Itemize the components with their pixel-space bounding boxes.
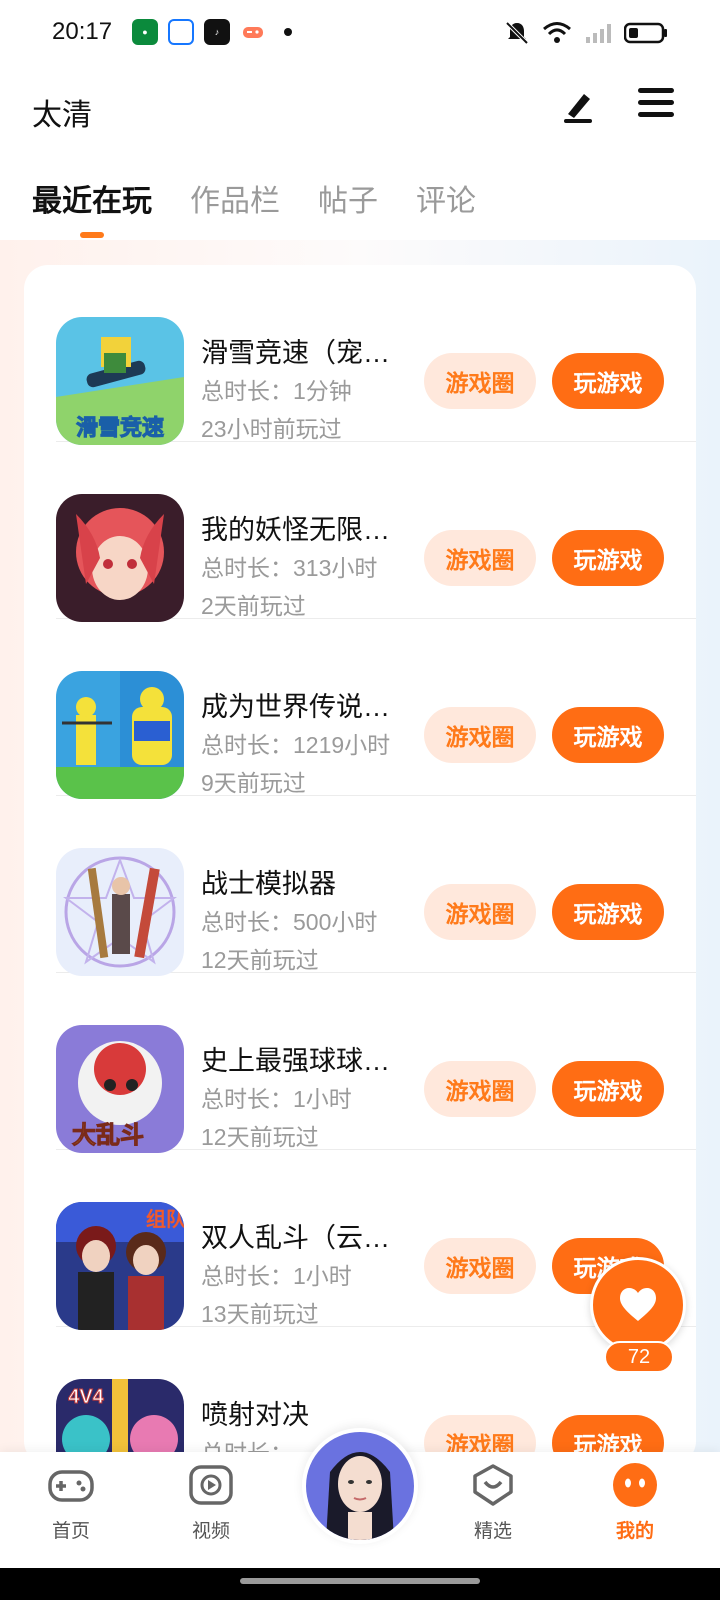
status-time: 20:17 (52, 18, 113, 45)
status-indicators (504, 20, 668, 46)
game-duration: 总时长：313小时 (201, 555, 378, 581)
tab-works[interactable]: 作品栏 (190, 176, 280, 220)
battery-icon (624, 22, 667, 44)
status-app-icons: ● ♪ (132, 19, 292, 45)
game-row[interactable]: 滑雪竞速 滑雪竞速（宠物版） 总时长：1分钟 23小时前玩过 游戏圈 玩游戏 (56, 265, 696, 445)
nav-item-mine[interactable]: 我的 (590, 1460, 680, 1543)
game-row[interactable]: 大乱斗 史上最强球球大乱斗 总时长：1小时 12天前玩过 游戏圈 玩游戏 (56, 973, 696, 1153)
gamepad-icon (48, 1470, 94, 1502)
play-game-button[interactable]: 玩游戏 (552, 1061, 664, 1117)
svg-text:组队: 组队 (146, 1207, 184, 1231)
menu-button[interactable] (638, 88, 674, 124)
smile-face-icon (613, 1463, 657, 1507)
nav-label: 精选 (473, 1521, 512, 1542)
game-name: 喷射对决 (201, 1400, 309, 1430)
alipay-app-icon (168, 19, 194, 45)
game-icon[interactable]: 组队 (56, 1202, 184, 1330)
notification-dot-icon (284, 28, 292, 36)
nav-item-video[interactable]: 视频 (166, 1460, 256, 1543)
game-app-icon (240, 19, 266, 45)
edit-button[interactable] (558, 86, 598, 126)
nav-label: 首页 (51, 1521, 90, 1542)
mute-icon (505, 21, 529, 45)
game-circle-button[interactable]: 游戏圈 (424, 707, 536, 763)
game-circle-button[interactable]: 游戏圈 (424, 530, 536, 586)
tab-bar: 最近在玩 作品栏 帖子 评论 (0, 170, 720, 240)
status-bar: 20:17 ● ♪ (0, 0, 720, 64)
game-duration: 总时长：1小时 (201, 1263, 352, 1289)
system-home-bar (0, 1568, 720, 1600)
oppo-app-icon: ● (132, 19, 158, 45)
play-game-button[interactable]: 玩游戏 (552, 707, 664, 763)
game-last-played: 13天前玩过 (201, 1301, 319, 1327)
game-last-played: 23小时前玩过 (201, 416, 342, 442)
home-indicator[interactable] (240, 1578, 480, 1584)
play-video-icon (189, 1465, 233, 1505)
game-last-played: 2天前玩过 (201, 593, 306, 619)
nav-item-home[interactable]: 首页 (26, 1460, 116, 1543)
nav-label: 我的 (615, 1521, 654, 1542)
nav-item-featured[interactable]: 精选 (448, 1460, 538, 1543)
heart-icon (620, 1288, 656, 1321)
like-count-badge: 72 (604, 1341, 674, 1373)
game-circle-button[interactable]: 游戏圈 (424, 1061, 536, 1117)
game-icon[interactable]: 滑雪竞速 (56, 317, 184, 445)
game-icon[interactable]: 大乱斗 (56, 1025, 184, 1153)
wifi-icon (543, 22, 571, 43)
game-icon[interactable] (56, 494, 184, 622)
user-name: 太清 (32, 99, 92, 132)
game-circle-button[interactable]: 游戏圈 (424, 1238, 536, 1294)
center-avatar-button[interactable] (302, 1428, 418, 1544)
game-icon[interactable] (56, 671, 184, 799)
game-last-played: 12天前玩过 (201, 1124, 319, 1150)
game-row[interactable]: 我的妖怪无限进化 总时长：313小时 2天前玩过 游戏圈 玩游戏 (56, 442, 696, 622)
game-duration: 总时长：500小时 (201, 909, 378, 935)
edit-icon (564, 94, 592, 123)
game-circle-button[interactable]: 游戏圈 (424, 884, 536, 940)
game-name: 史上最强球球大乱斗 (201, 1046, 401, 1076)
game-name: 成为世界传说大力士 (201, 692, 401, 722)
nav-label: 视频 (191, 1521, 230, 1542)
game-row[interactable]: 战士模拟器 总时长：500小时 12天前玩过 游戏圈 玩游戏 (56, 796, 696, 976)
heart-box-icon (473, 1464, 513, 1506)
game-row[interactable]: 成为世界传说大力士 总时长：1219小时 9天前玩过 游戏圈 玩游戏 (56, 619, 696, 799)
menu-icon (638, 88, 674, 93)
game-name: 滑雪竞速（宠物版） (201, 338, 401, 368)
game-circle-button[interactable]: 游戏圈 (424, 353, 536, 409)
game-name: 双人乱斗（云游戏版） (201, 1223, 401, 1253)
tab-posts[interactable]: 帖子 (318, 176, 378, 220)
game-name: 我的妖怪无限进化 (201, 515, 401, 545)
play-game-button[interactable]: 玩游戏 (552, 353, 664, 409)
tab-comments[interactable]: 评论 (416, 176, 476, 220)
tiktok-app-icon: ♪ (204, 19, 230, 45)
play-game-button[interactable]: 玩游戏 (552, 884, 664, 940)
svg-text:大乱斗: 大乱斗 (72, 1122, 144, 1149)
svg-text:4V4: 4V4 (68, 1386, 104, 1408)
tab-recent-played[interactable]: 最近在玩 (32, 176, 152, 220)
game-last-played: 12天前玩过 (201, 947, 319, 973)
signal-icon (586, 24, 611, 43)
avatar-icon (306, 1432, 414, 1540)
play-game-button[interactable]: 玩游戏 (552, 530, 664, 586)
game-duration: 总时长：1分钟 (201, 378, 352, 404)
game-icon[interactable] (56, 848, 184, 976)
profile-header: 太清 (0, 64, 720, 154)
svg-text:滑雪竞速: 滑雪竞速 (76, 415, 164, 440)
tab-indicator (80, 232, 104, 238)
game-duration: 总时长：1小时 (201, 1086, 352, 1112)
game-last-played: 9天前玩过 (201, 770, 306, 796)
like-button[interactable] (590, 1257, 686, 1353)
game-name: 战士模拟器 (201, 869, 336, 899)
game-duration: 总时长：1219小时 (201, 732, 391, 758)
